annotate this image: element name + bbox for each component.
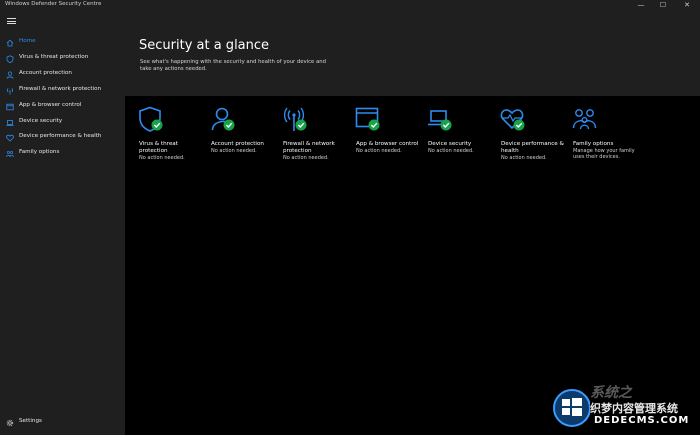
- sidebar-item-device-performance[interactable]: Device performance & health: [0, 131, 125, 145]
- title-bar: Windows Defender Security Centre — ☐ ✕: [0, 0, 700, 11]
- window-title: Windows Defender Security Centre: [5, 1, 102, 7]
- sidebar-item-app-browser[interactable]: App & browser control: [0, 100, 125, 114]
- hamburger-menu-icon[interactable]: [7, 18, 16, 24]
- sidebar-item-label: App & browser control: [19, 102, 82, 108]
- sidebar-item-family[interactable]: Family options: [0, 147, 125, 161]
- windows-logo-icon: [553, 389, 590, 427]
- browser-window-icon: [6, 103, 14, 111]
- antenna-icon: [7, 88, 13, 95]
- tile-title: Family options: [573, 141, 614, 147]
- minimize-button[interactable]: —: [630, 0, 652, 11]
- tile-status: No action needed.: [501, 155, 547, 161]
- antenna-icon: [283, 107, 307, 131]
- sidebar-item-label: Home: [19, 38, 36, 44]
- browser-window-icon: [355, 107, 380, 131]
- sidebar-item-label: Device security: [19, 118, 63, 124]
- tile-virus-threat[interactable]: Virus & threat protection No action need…: [126, 106, 198, 176]
- shield-icon: [139, 106, 163, 132]
- sidebar-item-home[interactable]: Home: [0, 36, 125, 50]
- watermark-chinese-text: 织梦内容管理系统: [590, 402, 678, 415]
- sidebar-item-device-security[interactable]: Device security: [0, 116, 125, 130]
- gear-icon: [6, 419, 14, 427]
- check-icon: [295, 119, 307, 131]
- family-icon: [6, 150, 14, 158]
- tile-status: No action needed.: [283, 155, 329, 161]
- person-icon: [211, 107, 235, 131]
- family-icon: [572, 109, 597, 130]
- sidebar-item-label: Family options: [19, 149, 60, 155]
- check-icon: [368, 119, 380, 131]
- heart-icon: [500, 109, 525, 131]
- page-subtitle: See what's happening with the security a…: [140, 59, 326, 72]
- shield-icon: [6, 55, 14, 63]
- maximize-button[interactable]: ☐: [652, 0, 674, 11]
- tile-status: Manage how your family uses their device…: [573, 148, 635, 160]
- tile-device-performance[interactable]: Device performance & health No action ne…: [488, 106, 564, 176]
- watermark: 系统之 织梦内容管理系统 DEDECMS.COM: [548, 382, 700, 435]
- heart-icon: [6, 134, 14, 142]
- tile-status: No action needed.: [211, 148, 257, 154]
- close-button[interactable]: ✕: [676, 0, 698, 11]
- laptop-icon: [6, 120, 14, 126]
- check-icon: [151, 119, 163, 131]
- settings-button[interactable]: Settings: [0, 416, 125, 430]
- sidebar-item-label: Firewall & network protection: [19, 86, 102, 92]
- page-title: Security at a glance: [139, 38, 270, 53]
- watermark-english-text: DEDECMS.COM: [594, 415, 690, 426]
- settings-label: Settings: [19, 418, 42, 424]
- watermark-big-text: 系统之: [590, 385, 632, 401]
- sidebar-item-firewall[interactable]: Firewall & network protection: [0, 84, 125, 98]
- tile-family-options[interactable]: Family options Manage how your family us…: [560, 106, 635, 176]
- sidebar-item-label: Virus & threat protection: [19, 54, 89, 60]
- tile-app-browser[interactable]: App & browser control No action needed.: [343, 106, 418, 176]
- header: Security at a glance See what's happenin…: [125, 11, 700, 96]
- tile-account-protection[interactable]: Account protection No action needed.: [198, 106, 270, 176]
- app-window: Windows Defender Security Centre — ☐ ✕ H…: [0, 0, 700, 435]
- sidebar-item-virus-threat[interactable]: Virus & threat protection: [0, 52, 125, 66]
- tile-title: Device security: [428, 141, 472, 147]
- tile-status: No action needed.: [428, 148, 474, 154]
- check-icon: [440, 119, 452, 131]
- tile-title: Firewall & network protection: [283, 141, 335, 154]
- tile-title: Account protection: [211, 141, 264, 147]
- tile-firewall[interactable]: Firewall & network protection No action …: [270, 106, 342, 176]
- sidebar-item-label: Device performance & health: [19, 133, 102, 139]
- tile-status: No action needed.: [356, 148, 402, 154]
- check-icon: [513, 119, 525, 131]
- home-icon: [6, 39, 14, 47]
- check-icon: [223, 119, 235, 131]
- tile-title: App & browser control: [356, 141, 419, 147]
- sidebar-item-account[interactable]: Account protection: [0, 68, 125, 82]
- laptop-icon: [428, 110, 452, 131]
- sidebar-item-label: Account protection: [19, 70, 72, 76]
- tile-device-security[interactable]: Device security No action needed.: [415, 106, 487, 176]
- person-icon: [6, 71, 14, 79]
- sidebar: Home Virus & threat protection Account p…: [0, 11, 125, 435]
- tile-status: No action needed.: [139, 155, 185, 161]
- tile-title: Device performance & health: [501, 141, 564, 154]
- tile-title: Virus & threat protection: [139, 141, 178, 154]
